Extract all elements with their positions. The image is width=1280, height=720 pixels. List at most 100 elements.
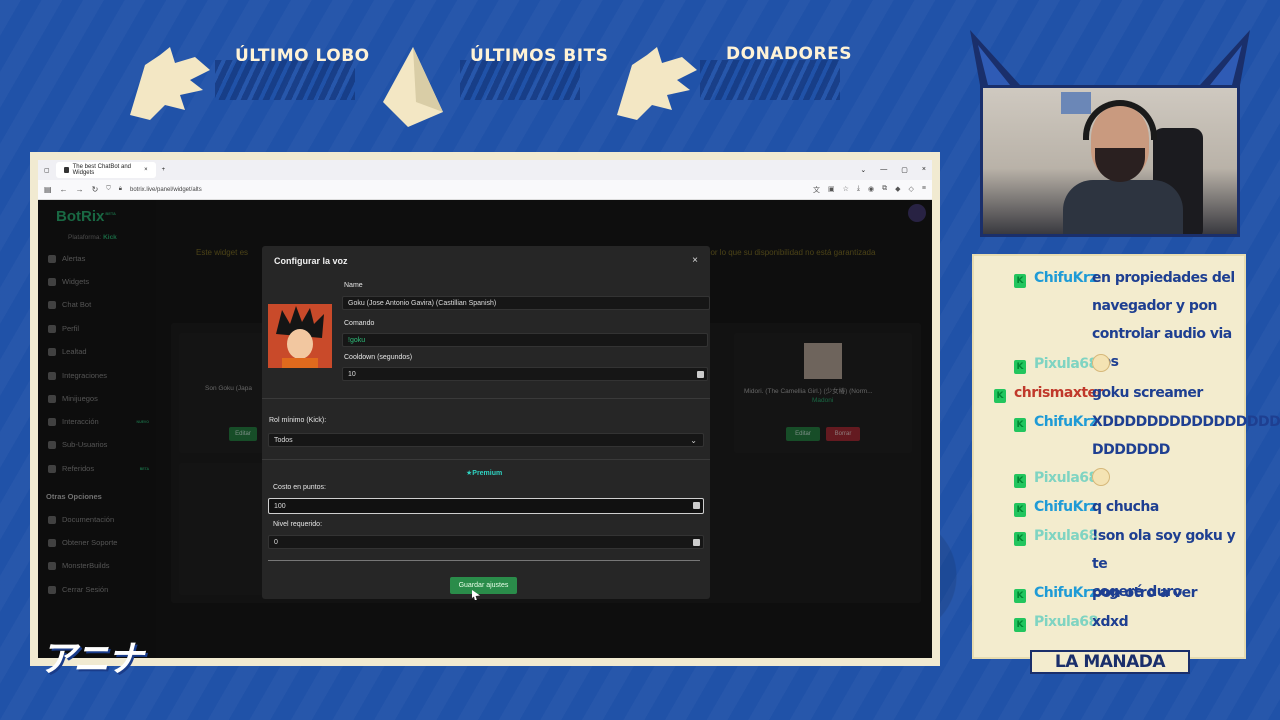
close-window-icon[interactable]: × (922, 166, 926, 174)
shield-icon[interactable]: ⛉ (106, 186, 111, 193)
chat-text: xdxd (1092, 614, 1129, 630)
chat-panel: ChifuKrz en propiedades del navegador y … (972, 254, 1280, 659)
banner-ultimo-lobo: ÚLTIMO LOBO (235, 46, 370, 66)
back-icon[interactable]: ← (60, 185, 68, 194)
voice-avatar (268, 304, 332, 368)
kick-icon (1014, 274, 1026, 288)
divider (262, 398, 710, 399)
save-button[interactable]: Guardar ajustes (450, 577, 517, 594)
role-select[interactable]: Todos ⌄ (268, 433, 704, 447)
sidebar-toggle-icon[interactable]: ▤ (44, 185, 52, 194)
name-field[interactable]: Goku (Jose Antonio Gavira) (Castillian S… (342, 296, 710, 310)
crystal-icon (378, 42, 448, 132)
headphones-icon (1083, 100, 1157, 140)
streamer-beard (1095, 148, 1145, 182)
streamer-body (1063, 180, 1183, 234)
new-tab-icon[interactable]: + (162, 167, 166, 173)
chat-username: Pixula68 (1034, 614, 1098, 630)
botrix-page: BotRixBETA Plataforma: Kick Alertas Widg… (38, 200, 932, 658)
voice-config-modal: Configurar la voz × Name Goku (Jose Anto… (262, 246, 710, 600)
kick-icon (1014, 474, 1026, 488)
modal-title: Configurar la voz (274, 256, 348, 266)
banner-stripes (460, 60, 580, 100)
kick-icon (1014, 418, 1026, 432)
cost-field[interactable]: 100 (268, 498, 704, 514)
banner-ultimos-bits: ÚLTIMOS BITS (470, 46, 609, 66)
level-field[interactable]: 0 (268, 535, 704, 549)
chat-username: Pixula68 (1034, 528, 1098, 544)
tab-list-icon[interactable]: ▢ (44, 167, 50, 174)
chat-username: ChifuKrz (1034, 585, 1098, 601)
bookmark-icon[interactable]: ☆ (843, 185, 849, 195)
name-label: Name (344, 282, 363, 289)
chat-username: ChifuKrz (1034, 414, 1098, 430)
forward-icon[interactable]: → (76, 185, 84, 194)
command-field[interactable]: !goku (342, 333, 708, 347)
kick-icon (1014, 532, 1026, 546)
account-icon[interactable]: ◉ (868, 185, 874, 195)
url-input[interactable]: botrix.live/panel/widget/alts (130, 187, 805, 193)
reader-icon[interactable]: ▣ (828, 185, 835, 195)
chat-username: Pixula68 (1034, 470, 1098, 486)
wolf-icon (612, 45, 702, 125)
emote-icon (1092, 468, 1110, 486)
minimize-icon[interactable]: — (880, 166, 887, 174)
kick-icon (1014, 360, 1026, 374)
tab-bar: ▢ The best ChatBot and Widgets × + ⌄ — ▢… (38, 160, 932, 180)
chat-text: XDDDDDDDDDDDDDDDD DDDDDDD (1092, 414, 1280, 458)
browser-tab[interactable]: The best ChatBot and Widgets × (55, 162, 156, 178)
download-icon[interactable]: ⤓ (857, 185, 860, 195)
spinner-icon[interactable] (693, 502, 700, 509)
translate-icon[interactable]: 文 (813, 185, 820, 195)
kick-icon (1014, 589, 1026, 603)
anime-logo: アニナ (40, 638, 143, 679)
lock-icon: 🔒︎ (118, 186, 122, 192)
chat-text: pon otro a ver (1092, 585, 1198, 601)
cooldown-label: Cooldown (segundos) (344, 354, 413, 361)
chat-text: goku screamer (1092, 385, 1203, 401)
role-label: Rol mínimo (Kick): (269, 417, 327, 424)
cost-label: Costo en puntos: (273, 484, 326, 491)
kick-icon (1014, 618, 1026, 632)
maximize-icon[interactable]: ▢ (901, 166, 908, 174)
tab-title: The best ChatBot and Widgets (72, 164, 131, 176)
favicon-icon (63, 167, 69, 173)
command-label: Comando (344, 320, 375, 327)
webcam-feed (980, 85, 1240, 237)
spinner-icon[interactable] (697, 371, 704, 378)
close-tab-icon[interactable]: × (144, 167, 148, 173)
extension-icon[interactable]: ◆ (895, 185, 900, 195)
reload-icon[interactable]: ↻ (92, 185, 99, 194)
browser-window: ▢ The best ChatBot and Widgets × + ⌄ — ▢… (38, 160, 932, 658)
kick-icon (1014, 503, 1026, 517)
cooldown-field[interactable]: 10 (342, 367, 708, 381)
premium-badge: ★Premium (466, 470, 503, 477)
chevron-down-icon: ⌄ (690, 436, 697, 445)
wall-poster (1061, 92, 1091, 114)
chat-text: q chucha (1092, 499, 1159, 515)
spinner-icon[interactable] (693, 539, 700, 546)
stream-banner: ÚLTIMO LOBO ÚLTIMOS BITS DONADORES (120, 30, 860, 140)
chat-username: ChifuKrz (1034, 270, 1098, 286)
extensions-icon[interactable]: ⧉ (882, 185, 887, 195)
chat-username: ChifuKrz (1034, 499, 1098, 515)
chat-username: chrismaxter (1014, 385, 1103, 401)
extension-icon[interactable]: ◇ (909, 185, 914, 195)
divider (268, 560, 700, 561)
wolf-icon (125, 45, 215, 125)
browser-frame: ▢ The best ChatBot and Widgets × + ⌄ — ▢… (30, 152, 940, 666)
divider (262, 459, 710, 460)
chat-footer-label: LA MANADA (1030, 650, 1190, 674)
emote-icon (1092, 354, 1110, 372)
address-bar: ▤ ← → ↻ ⛉ 🔒︎ botrix.live/panel/widget/al… (38, 180, 932, 200)
close-icon[interactable]: × (692, 255, 698, 266)
level-label: Nivel requerido: (273, 521, 323, 528)
chat-text: en propiedades del navegador y pon contr… (1092, 270, 1235, 370)
chevron-down-icon[interactable]: ⌄ (860, 166, 866, 174)
banner-stripes (215, 60, 355, 100)
kick-icon (994, 389, 1006, 403)
webcam-frame (960, 30, 1260, 255)
menu-icon[interactable]: ≡ (922, 185, 926, 195)
banner-donadores: DONADORES (726, 44, 852, 64)
banner-stripes (700, 60, 840, 100)
